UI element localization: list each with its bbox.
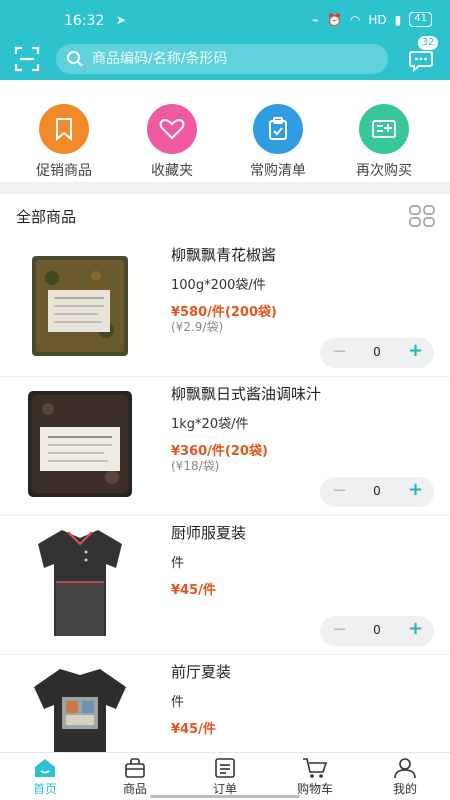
product-price: ¥45/件 [171,583,216,598]
section-header: 全部商品 [0,194,450,238]
product-name[interactable]: 厨师服夏装 [171,522,246,543]
product-list: 柳飘飘青花椒酱 100g*200袋/件 ¥580/件(200袋) (¥2.9/袋… [0,238,450,752]
quick-nav-label: 收藏夹 [151,163,193,179]
message-badge: 32 [418,36,438,50]
product-spec: 件 [171,695,185,710]
tab-profile[interactable]: 我的 [360,757,450,797]
product-item[interactable]: 柳飘飘青花椒酱 100g*200袋/件 ¥580/件(200袋) (¥2.9/袋… [0,238,450,377]
product-spec: 1kg*20袋/件 [171,417,249,432]
product-image[interactable] [18,385,142,503]
tab-products[interactable]: 商品 [90,757,180,797]
product-item[interactable]: 柳飘飘日式酱油调味汁 1kg*20袋/件 ¥360/件(20袋) (¥18/袋)… [0,377,450,516]
signal-icon: ▮ [394,12,402,27]
decrease-button[interactable]: − [332,620,347,640]
quantity-value[interactable]: 0 [360,484,394,498]
heart-icon [147,104,197,154]
quantity-stepper: − 0 + [320,338,434,368]
product-image[interactable] [18,246,142,364]
order-list-icon [215,758,235,778]
search-icon [67,51,83,67]
quick-nav-label: 常购清单 [250,163,306,179]
tab-label: 首页 [32,782,57,796]
product-name[interactable]: 柳飘飘日式酱油调味汁 [171,383,321,404]
repurchase-icon [359,104,409,154]
product-image[interactable] [18,663,142,752]
quantity-value[interactable]: 0 [360,345,394,359]
tab-orders[interactable]: 订单 [180,757,270,797]
product-price: ¥45/件 [171,722,216,737]
product-unit-price: (¥18/袋) [171,459,220,473]
header: 32 [0,36,450,80]
alarm-icon: ⏰ [326,12,342,27]
search-input[interactable] [92,49,372,69]
product-item[interactable]: 前厅夏装 件 ¥45/件 [0,655,450,752]
status-bar: 16:32 ➤ ⌁ ⏰ ◠ HD ▮ 41 [0,0,450,38]
tab-bar: 首页 商品 订单 购物车 我的 [0,752,450,800]
search-box[interactable] [56,44,388,74]
product-item[interactable]: 厨师服夏装 件 ¥45/件 − 0 + [0,516,450,655]
battery-icon: 41 [409,12,432,27]
product-unit-price: (¥2.9/袋) [171,320,224,334]
status-icons: ⌁ ⏰ ◠ HD ▮ 41 [312,12,432,27]
quantity-value[interactable]: 0 [360,623,394,637]
home-icon [35,759,55,777]
section-title: 全部商品 [16,208,77,226]
telegram-icon: ➤ [116,13,127,27]
quick-nav: 促销商品 收藏夹 常购清单 再次购买 [0,80,450,182]
home-indicator [150,795,300,798]
increase-button[interactable]: + [408,341,423,361]
product-spec: 100g*200袋/件 [171,278,266,293]
quick-nav-buy-again[interactable]: 再次购买 [334,104,434,180]
tab-label: 我的 [392,782,417,796]
bookmark-icon [39,104,89,154]
vibrate-icon: ⌁ [311,12,319,27]
tab-cart[interactable]: 购物车 [270,757,360,797]
product-spec: 件 [171,556,185,571]
increase-button[interactable]: + [408,480,423,500]
quick-nav-label: 促销商品 [36,163,92,179]
network-label: HD [368,12,387,27]
tab-home[interactable]: 首页 [0,757,90,797]
quantity-stepper: − 0 + [320,616,434,646]
quick-nav-promotions[interactable]: 促销商品 [14,104,114,180]
bag-icon [125,758,145,778]
increase-button[interactable]: + [408,619,423,639]
product-name[interactable]: 柳飘飘青花椒酱 [171,244,276,265]
user-icon [394,758,416,779]
quick-nav-frequent-list[interactable]: 常购清单 [228,104,328,180]
decrease-button[interactable]: − [332,342,347,362]
clipboard-icon [253,104,303,154]
cart-icon [303,758,328,778]
status-time: 16:32 [64,13,105,29]
decrease-button[interactable]: − [332,481,347,501]
section-divider [0,182,450,194]
grid-view-icon[interactable] [409,205,435,227]
wifi-icon: ◠ [349,12,361,27]
quantity-stepper: − 0 + [320,477,434,507]
quick-nav-label: 再次购买 [356,163,412,179]
scan-icon[interactable] [14,46,40,72]
product-name[interactable]: 前厅夏装 [171,661,231,682]
quick-nav-favorites[interactable]: 收藏夹 [122,104,222,180]
product-image[interactable] [18,524,142,642]
